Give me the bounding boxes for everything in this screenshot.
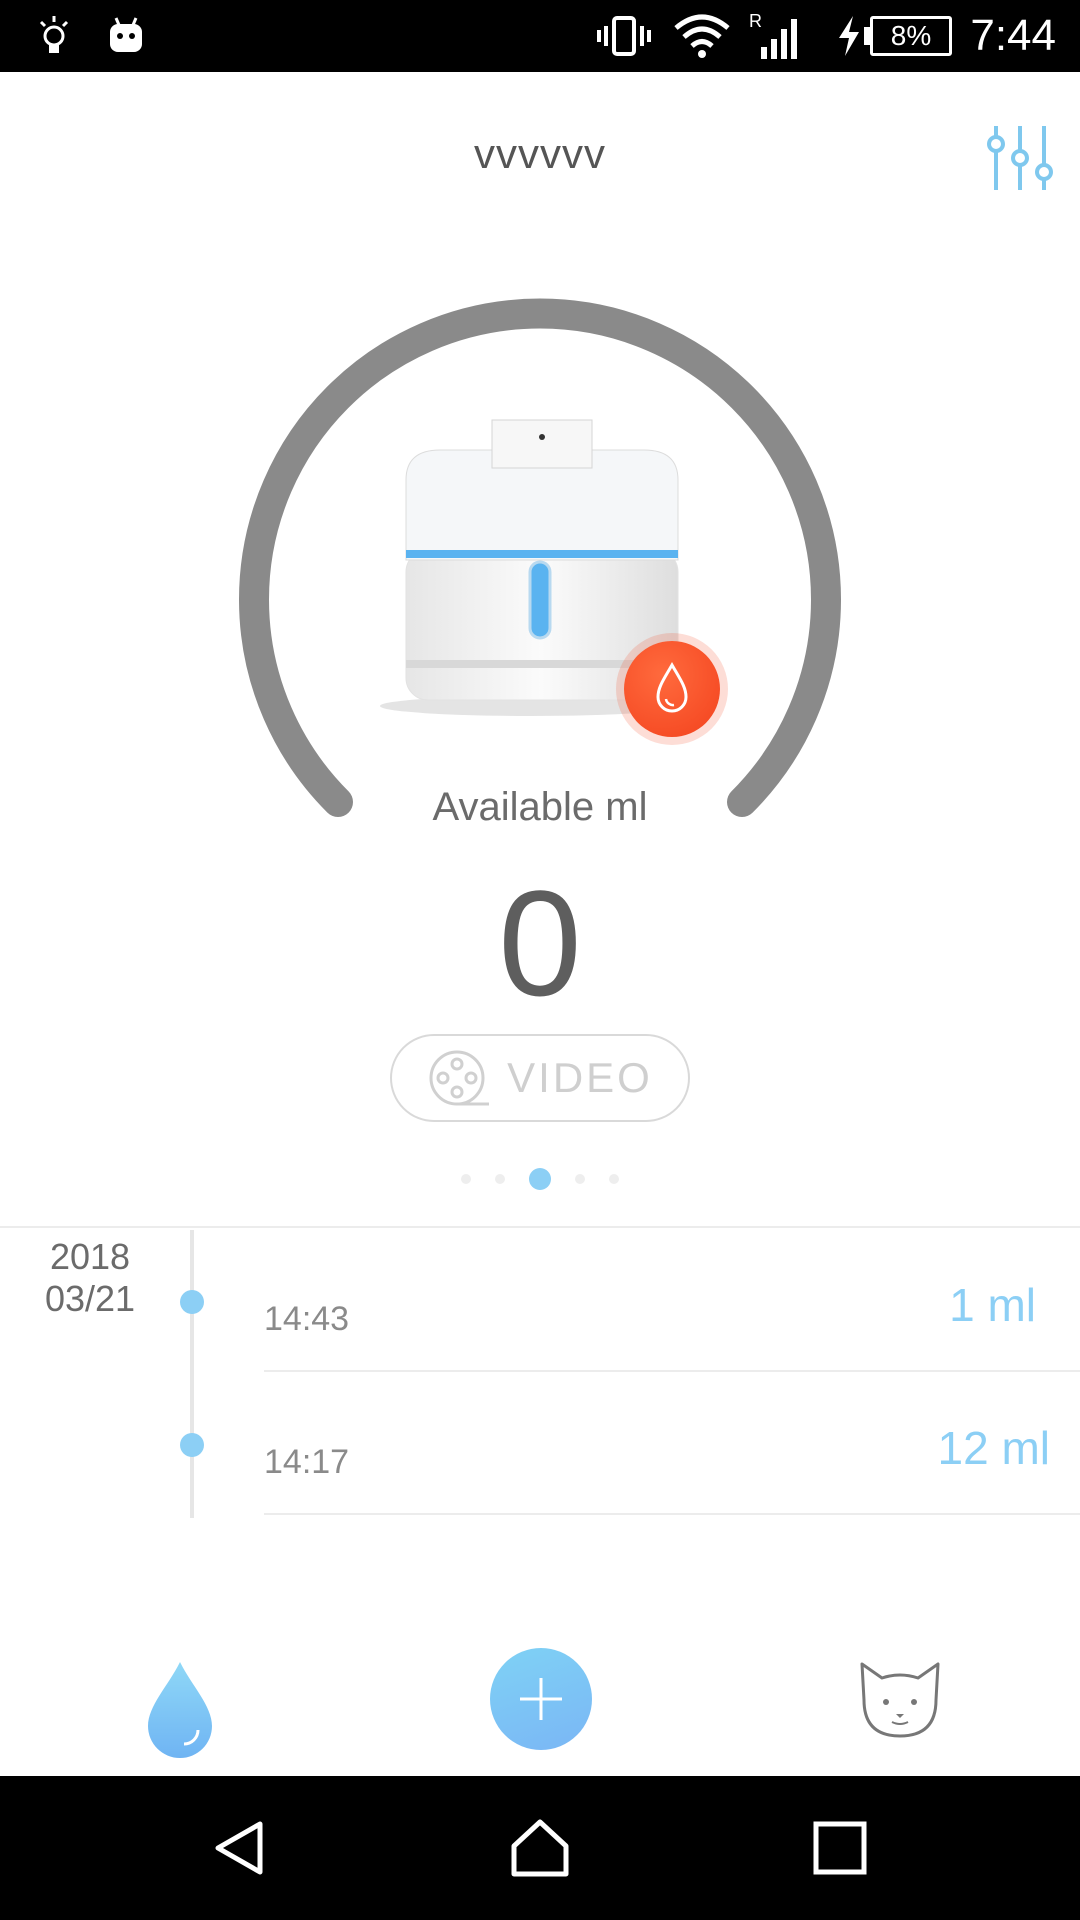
page-dot[interactable] [575, 1174, 585, 1184]
timeline-dot [180, 1433, 204, 1457]
entry-amount: 12 ml [937, 1422, 1050, 1474]
page-indicator [0, 1168, 1080, 1190]
entry-time: 14:17 [264, 1443, 350, 1481]
cat-icon [860, 1662, 940, 1738]
timeline-dot [180, 1290, 204, 1314]
charging-icon [834, 10, 864, 62]
page-dot[interactable] [461, 1174, 471, 1184]
status-bar: R 8% 7:44 [0, 0, 1080, 72]
video-button[interactable]: VIDEO [390, 1034, 690, 1122]
wifi-icon [672, 10, 732, 62]
entry-time: 14:43 [264, 1300, 350, 1338]
divider [264, 1370, 1080, 1372]
video-label: VIDEO [507, 1054, 653, 1101]
water-drop-icon [148, 1662, 212, 1758]
bulb-icon [36, 10, 72, 62]
android-icon [104, 10, 148, 62]
settings-button[interactable] [980, 118, 1060, 198]
tab-pet[interactable] [856, 1660, 944, 1740]
page-dot[interactable] [495, 1174, 505, 1184]
available-value: 0 [498, 859, 582, 1027]
divider [0, 1226, 1080, 1228]
navigation-bar [0, 1776, 1080, 1920]
tab-water[interactable] [140, 1660, 220, 1760]
divider [264, 1513, 1080, 1515]
page-title: vvvvvv [474, 130, 606, 177]
add-button[interactable] [490, 1648, 592, 1750]
back-button[interactable] [190, 1798, 290, 1898]
vibrate-icon [594, 10, 654, 62]
sliders-icon [987, 126, 1053, 190]
recents-button[interactable] [790, 1798, 890, 1898]
svg-text:R: R [749, 11, 762, 31]
timeline-entry[interactable]: 14:43 1 ml [0, 1230, 1080, 1373]
clock: 7:44 [970, 11, 1056, 60]
battery-level: 8% [890, 20, 932, 51]
available-label: Available ml [432, 785, 648, 829]
home-icon [511, 1819, 569, 1877]
film-reel-icon [429, 1050, 490, 1106]
entry-amount: 1 ml [949, 1279, 1036, 1331]
signal-icon: R [748, 10, 804, 62]
timeline-entry[interactable]: 14:17 12 ml [0, 1373, 1080, 1516]
page-dot[interactable] [609, 1174, 619, 1184]
refill-alert-badge[interactable] [624, 641, 720, 737]
recents-icon [813, 1821, 867, 1875]
page-dot-active[interactable] [529, 1168, 551, 1190]
back-icon [215, 1821, 263, 1875]
water-drop-icon [656, 661, 688, 713]
add-icon [520, 1678, 562, 1720]
home-button[interactable] [490, 1798, 590, 1898]
